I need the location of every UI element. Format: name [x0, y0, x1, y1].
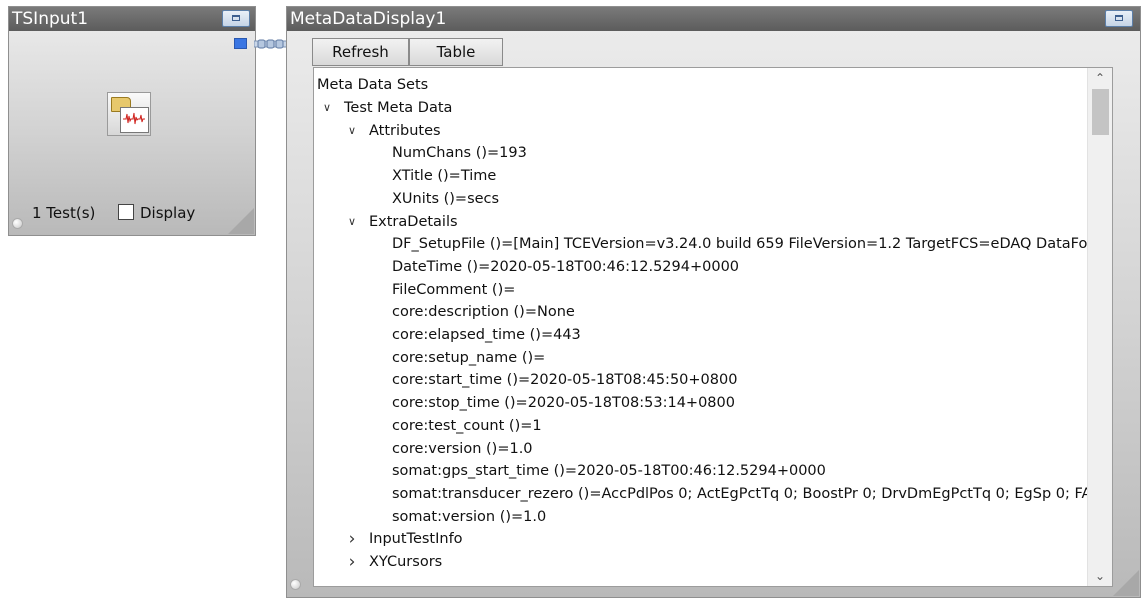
tree-item-label: Test Meta Data: [344, 100, 453, 116]
chevron-down-icon[interactable]: ∨: [345, 211, 359, 233]
tree-item-label: XUnits ()=secs: [392, 190, 500, 207]
connection-wire[interactable]: [254, 39, 287, 49]
table-button[interactable]: Table: [409, 38, 503, 66]
tree-item-label: core:setup_name ()=: [392, 349, 546, 366]
tree-header: Meta Data Sets: [317, 77, 429, 93]
metadata-tree[interactable]: Meta Data Sets ∨ Test Meta Data ∨ Attribute…: [313, 67, 1113, 587]
display-label: Display: [140, 204, 196, 222]
tree-item-label: InputTestInfo: [369, 531, 463, 548]
tree-item-label: core:stop_time ()=2020-05-18T08:53:14+08…: [392, 395, 735, 412]
scroll-thumb[interactable]: [1092, 89, 1109, 135]
tree-item-label: ExtraDetails: [369, 213, 458, 230]
chevron-right-icon[interactable]: ›: [345, 528, 359, 550]
test-count-label: 1 Test(s): [32, 204, 96, 222]
tree-item-label: core:test_count ()=1: [392, 417, 542, 434]
tsinput-restore-button[interactable]: [222, 10, 250, 27]
metadata-restore-button[interactable]: [1105, 10, 1133, 27]
tree-item-label: core:elapsed_time ()=443: [392, 327, 581, 343]
tree-item-label: somat:gps_start_time ()=2020-05-18T00:46…: [392, 463, 826, 480]
tree-item-label: DF_SetupFile ()=[Main] TCEVersion=v3.24.…: [392, 236, 1088, 253]
waveform-icon: [120, 107, 149, 133]
chevron-right-icon[interactable]: ›: [345, 551, 359, 573]
tree-item-label: somat:version ()=1.0: [392, 508, 547, 525]
metadata-title: MetaDataDisplay1: [290, 9, 447, 29]
status-led-icon: [12, 218, 23, 229]
tsinput-title-bar[interactable]: TSInput1: [9, 7, 255, 31]
tree-item-label: NumChans ()=193: [392, 145, 527, 162]
tree-item-label: core:description ()=None: [392, 304, 575, 321]
resize-grip-icon[interactable]: [228, 208, 254, 234]
tree-item-label: Attributes: [369, 122, 441, 139]
tree-item-label: core:start_time ()=2020-05-18T08:45:50+0…: [392, 372, 738, 389]
chevron-down-icon[interactable]: ∨: [320, 97, 334, 119]
output-port[interactable]: [234, 38, 247, 49]
refresh-button[interactable]: Refresh: [312, 38, 409, 66]
tree-viewport: Meta Data Sets ∨ Test Meta Data ∨ Attribute…: [314, 68, 1088, 586]
file-open-waveform-icon[interactable]: [107, 92, 151, 136]
tsinput-node[interactable]: TSInput1 1 Test(s) Display: [8, 6, 256, 236]
tree-item-label: XYCursors: [369, 554, 443, 570]
vertical-scrollbar[interactable]: ⌃ ⌄: [1087, 68, 1112, 586]
tsinput-title: TSInput1: [12, 9, 89, 29]
scroll-down-arrow-icon[interactable]: ⌄: [1088, 566, 1112, 586]
metadata-display-node[interactable]: MetaDataDisplay1 Refresh Table Meta Data…: [286, 6, 1141, 598]
chevron-down-icon[interactable]: ∨: [345, 120, 359, 142]
resize-grip-icon[interactable]: [1113, 570, 1139, 596]
tree-item-label: core:version ()=1.0: [392, 440, 533, 457]
display-checkbox[interactable]: [118, 204, 134, 220]
tree-item-label: XTitle ()=Time: [392, 168, 497, 185]
metadata-title-bar[interactable]: MetaDataDisplay1: [287, 7, 1140, 31]
tree-item-label: DateTime ()=2020-05-18T00:46:12.5294+000…: [392, 258, 740, 275]
tree-item-label: FileComment ()=: [392, 281, 516, 298]
scroll-up-arrow-icon[interactable]: ⌃: [1088, 68, 1112, 88]
tree-item-label: somat:transducer_rezero ()=AccPdlPos 0; …: [392, 485, 1088, 502]
status-led-icon: [290, 579, 301, 590]
